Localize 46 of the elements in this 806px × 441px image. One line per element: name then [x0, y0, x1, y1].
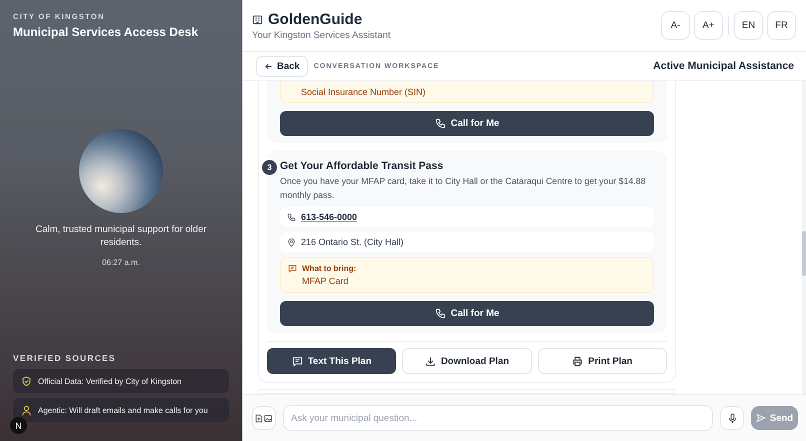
microphone-button[interactable] — [720, 406, 744, 430]
phone-icon — [434, 308, 446, 319]
attach-icon — [255, 414, 273, 422]
back-button[interactable]: Back — [256, 56, 308, 76]
font-size-button[interactable]: A+ — [694, 11, 723, 40]
app-title: GoldenGuide — [268, 10, 362, 28]
plan-action-button[interactable]: Download Plan — [402, 348, 532, 374]
plan-action-button[interactable]: Print Plan — [538, 348, 667, 374]
language-button[interactable]: FR — [767, 11, 796, 40]
call-button[interactable]: Call for Me — [280, 301, 654, 326]
phone-icon — [287, 212, 296, 222]
message-icon — [292, 356, 303, 366]
bring-value: Social Insurance Number (SIN) — [300, 87, 427, 97]
plan-action-button[interactable]: Text This Plan — [267, 348, 396, 374]
message-icon — [288, 264, 297, 273]
font-size-button[interactable]: A- — [661, 11, 690, 40]
time-label: 06:27 a.m. — [101, 258, 141, 267]
language-button[interactable]: EN — [734, 11, 763, 40]
status-label: Active Municipal Assistance — [653, 60, 794, 72]
map-pin-icon — [287, 238, 296, 246]
tagline: Calm, trusted municipal support for older residents. — [34, 223, 208, 249]
arrow-left-icon — [264, 62, 273, 70]
app-subtitle: Your Kingston Services Assistant — [252, 30, 391, 40]
phone-link[interactable]: 613-546-0000 — [301, 212, 358, 222]
address-text: 216 Ontario St. (City Hall) — [301, 237, 404, 247]
building-icon — [252, 14, 263, 24]
sources-heading: VERIFIED SOURCES — [13, 353, 117, 363]
source-text: Agentic: Will draft emails and make calls for you — [38, 406, 208, 414]
step-title: Get Your Affordable Transit Pass — [280, 160, 444, 172]
printer-icon — [572, 356, 584, 366]
desk-title: Municipal Services Access Desk — [13, 25, 199, 39]
source-text: Official Data: Verified by City of Kingston — [38, 376, 182, 386]
step-number: 3 — [262, 160, 277, 175]
person-icon — [21, 404, 32, 416]
call-button[interactable]: Call for Me — [280, 111, 654, 136]
phone-icon — [434, 118, 446, 129]
send-icon — [756, 413, 766, 423]
attach-button[interactable] — [252, 406, 276, 430]
download-icon — [424, 356, 436, 366]
step-description: Once you have your MFAP card, take it to City Hall or the Cataraqui Centre to get your $14.88 monthly pass. — [280, 175, 647, 202]
question-input[interactable]: Ask your municipal question... — [283, 405, 713, 431]
microphone-icon — [726, 412, 738, 424]
bring-label: What to bring: — [302, 264, 356, 273]
dev-badge[interactable]: N — [10, 417, 27, 434]
bring-value: MFAP Card — [301, 276, 350, 286]
shield-check-icon — [21, 376, 32, 386]
